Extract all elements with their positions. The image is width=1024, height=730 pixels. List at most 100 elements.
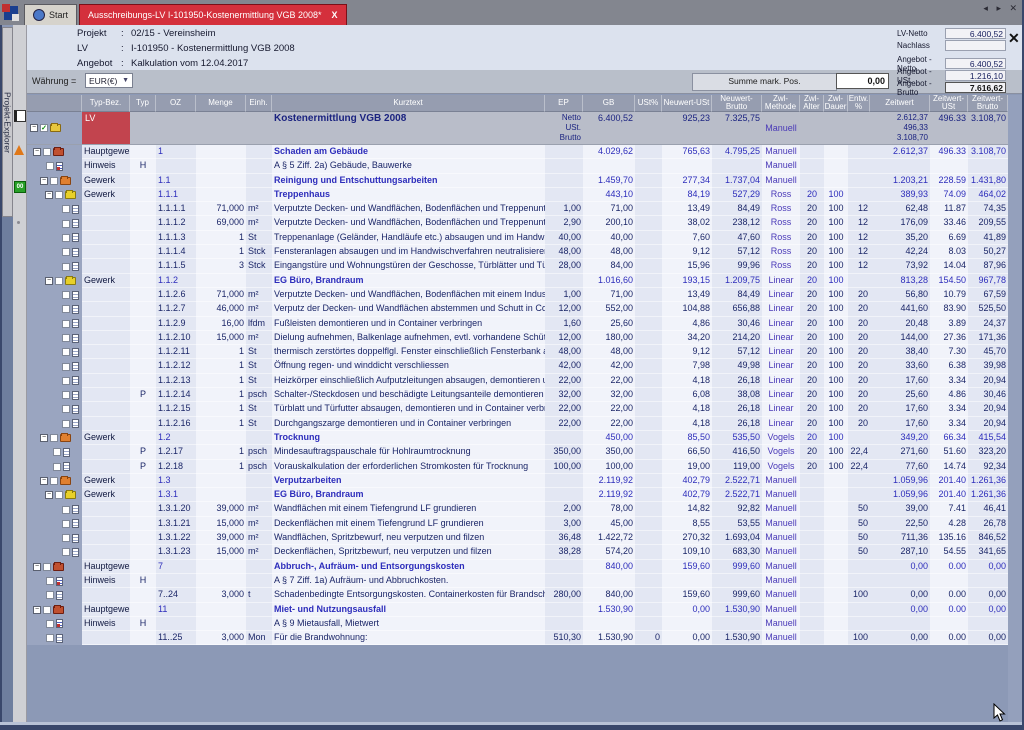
- summe-mark-pos-value[interactable]: 0,00: [836, 73, 889, 89]
- green-00-icon[interactable]: 00: [14, 181, 26, 193]
- column-header-zwbr[interactable]: Zeitwert-Brutto: [968, 95, 1008, 112]
- column-header-ust[interactable]: USt%: [635, 95, 662, 112]
- row-checkbox[interactable]: [62, 506, 70, 514]
- expand-collapse-box[interactable]: −: [45, 191, 53, 199]
- row-checkbox[interactable]: [62, 291, 70, 299]
- table-row[interactable]: 1.1.1.31StTreppenanlage (Geländer, Handl…: [27, 231, 1008, 245]
- expand-collapse-box[interactable]: −: [33, 606, 41, 614]
- row-checkbox[interactable]: [53, 448, 61, 456]
- expand-collapse-box[interactable]: −: [33, 148, 41, 156]
- close-panel-icon[interactable]: ✕: [1008, 30, 1020, 47]
- column-header-alter[interactable]: Zwl-Alter: [800, 95, 824, 112]
- vertical-scrollbar[interactable]: [1008, 95, 1022, 722]
- column-header-zw[interactable]: Zeitwert: [870, 95, 930, 112]
- column-header-gb[interactable]: GB: [583, 95, 635, 112]
- table-row[interactable]: −Gewerk1.1Reinigung und Entschuttungsarb…: [27, 174, 1008, 188]
- triangle-tool-icon[interactable]: [14, 145, 24, 155]
- column-header-tree[interactable]: [27, 95, 82, 112]
- table-row[interactable]: −Gewerk1.3.1EG Büro, Brandraum2.119,9240…: [27, 488, 1008, 502]
- row-checkbox[interactable]: [53, 463, 61, 471]
- row-checkbox[interactable]: [62, 391, 70, 399]
- tab-start[interactable]: Start: [24, 4, 77, 25]
- table-row[interactable]: 1.1.2.161StDurchgangszarge demontieren u…: [27, 417, 1008, 431]
- lv-summary-row[interactable]: −✓LVKostenermittlung VGB 2008NettoUSt.Br…: [27, 112, 1008, 145]
- table-row[interactable]: −Hauptgewerk11Miet- und Nutzungsausfall1…: [27, 603, 1008, 617]
- row-checkbox[interactable]: [62, 520, 70, 528]
- table-row[interactable]: −Hauptgewerk7Abbruch-, Aufräum- und Ents…: [27, 560, 1008, 574]
- row-checkbox[interactable]: [50, 477, 58, 485]
- column-header-nust[interactable]: Neuwert-USt: [662, 95, 712, 112]
- row-checkbox[interactable]: [50, 434, 58, 442]
- projekt-explorer-tab[interactable]: Projekt-Explorer: [2, 27, 13, 217]
- table-row[interactable]: 1.1.1.171,000m²Verputzte Decken- und Wan…: [27, 202, 1008, 216]
- table-row[interactable]: P1.1.2.141pschSchalter-/Steckdosen und b…: [27, 388, 1008, 402]
- table-row[interactable]: P1.2.171pschMindesauftragspauschale für …: [27, 445, 1008, 459]
- row-checkbox[interactable]: [43, 148, 51, 156]
- table-row[interactable]: 1.3.1.2315,000m²Deckenflächen, Spritzbew…: [27, 545, 1008, 559]
- row-checkbox[interactable]: [50, 177, 58, 185]
- table-row[interactable]: 1.3.1.2239,000m²Wandflächen, Spritzbewur…: [27, 531, 1008, 545]
- row-checkbox[interactable]: [43, 563, 51, 571]
- row-checkbox[interactable]: [46, 577, 54, 585]
- tab-active-document[interactable]: Ausschreibungs-LV I-101950-Kostenermittl…: [79, 4, 346, 25]
- column-header-nbr[interactable]: Neuwert-Brutto: [712, 95, 762, 112]
- column-header-entw[interactable]: Entw. %: [848, 95, 870, 112]
- column-header-ep[interactable]: EP: [545, 95, 583, 112]
- window-controls[interactable]: ◂ ▸ ✕: [983, 3, 1020, 14]
- row-checkbox[interactable]: [62, 205, 70, 213]
- table-row[interactable]: 11..253,000MonFür die Brandwohnung:510,3…: [27, 631, 1008, 645]
- table-row[interactable]: 1.1.1.53StckEingangstüre und Wohnungstür…: [27, 259, 1008, 273]
- row-checkbox[interactable]: [46, 620, 54, 628]
- row-checkbox[interactable]: [43, 606, 51, 614]
- table-row[interactable]: −Gewerk1.3Verputzarbeiten2.119,92402,792…: [27, 474, 1008, 488]
- table-row[interactable]: −Gewerk1.2Trocknung450,0085,50535,50Voge…: [27, 431, 1008, 445]
- table-row[interactable]: 7..243,000tSchadenbedingte Entsorgungsko…: [27, 588, 1008, 602]
- nachlass-value[interactable]: [945, 40, 1006, 51]
- row-checkbox[interactable]: [62, 263, 70, 271]
- row-checkbox[interactable]: [46, 162, 54, 170]
- column-header-dauer[interactable]: Zwl-Dauer: [824, 95, 848, 112]
- column-header-menge[interactable]: Menge: [196, 95, 246, 112]
- row-checkbox[interactable]: [62, 363, 70, 371]
- table-row[interactable]: 1.1.1.41StckFensteranlagen absaugen und …: [27, 245, 1008, 259]
- table-row[interactable]: 1.3.1.2039,000m²Wandflächen mit einem Ti…: [27, 502, 1008, 516]
- row-checkbox[interactable]: [62, 234, 70, 242]
- column-header-zwust[interactable]: Zeitwert-USt: [930, 95, 968, 112]
- row-checkbox[interactable]: [62, 420, 70, 428]
- table-row[interactable]: 1.1.2.746,000m²Verputz der Decken- und W…: [27, 302, 1008, 316]
- column-header-typbez[interactable]: Typ-Bez.: [82, 95, 130, 112]
- row-checkbox[interactable]: [55, 277, 63, 285]
- expand-collapse-box[interactable]: −: [40, 177, 48, 185]
- row-checkbox[interactable]: [62, 334, 70, 342]
- row-checkbox[interactable]: [55, 491, 63, 499]
- expand-collapse-box[interactable]: −: [30, 124, 38, 132]
- expand-collapse-box[interactable]: −: [40, 477, 48, 485]
- book-icon[interactable]: [14, 110, 26, 122]
- table-row[interactable]: 1.3.1.2115,000m²Deckenflächen mit einem …: [27, 517, 1008, 531]
- tab-close-icon[interactable]: X: [331, 10, 337, 20]
- column-header-oz[interactable]: OZ: [156, 95, 196, 112]
- table-row[interactable]: −Gewerk1.1.2EG Büro, Brandraum1.016,6019…: [27, 274, 1008, 288]
- expand-collapse-box[interactable]: −: [45, 491, 53, 499]
- table-row[interactable]: 1.1.2.111Stthermisch zerstörtes doppelfl…: [27, 345, 1008, 359]
- row-checkbox[interactable]: [62, 548, 70, 556]
- table-row[interactable]: HinweisHA § 7 Ziff. 1a) Aufräum- und Abb…: [27, 574, 1008, 588]
- row-checkbox[interactable]: [62, 534, 70, 542]
- row-checkbox[interactable]: [55, 191, 63, 199]
- row-checkbox[interactable]: [46, 634, 54, 642]
- expand-collapse-box[interactable]: −: [33, 563, 41, 571]
- table-row[interactable]: −Hauptgewerk1Schaden am Gebäude4.029,627…: [27, 145, 1008, 159]
- table-row[interactable]: 1.1.2.1015,000m²Dielung aufnehmen, Balke…: [27, 331, 1008, 345]
- column-header-met[interactable]: Zwl-Methode: [762, 95, 800, 112]
- row-checkbox[interactable]: [62, 305, 70, 313]
- row-checkbox[interactable]: [62, 348, 70, 356]
- table-row[interactable]: −Gewerk1.1.1Treppenhaus443,1084,19527,29…: [27, 188, 1008, 202]
- row-checkbox[interactable]: [62, 320, 70, 328]
- table-row[interactable]: 1.1.2.671,000m²Verputzte Decken- und Wan…: [27, 288, 1008, 302]
- column-header-typ[interactable]: Typ: [130, 95, 156, 112]
- table-row[interactable]: HinweisHA § 9 Mietausfall, MietwertManue…: [27, 617, 1008, 631]
- column-header-einh[interactable]: Einh.: [246, 95, 272, 112]
- row-checkbox[interactable]: [46, 591, 54, 599]
- table-row[interactable]: P1.2.181pschVorauskalkulation der erford…: [27, 460, 1008, 474]
- row-checkbox[interactable]: [62, 377, 70, 385]
